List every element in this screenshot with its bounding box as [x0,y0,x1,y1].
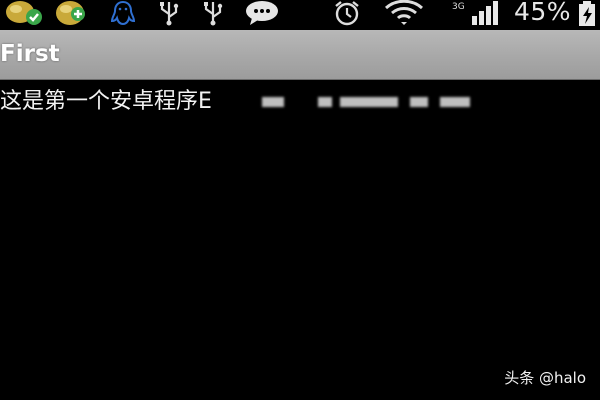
blurred-text-fragment [440,97,470,107]
title-bar: First [0,30,600,80]
usb-icon [200,0,226,26]
phone-screen: 3G 45% First 这是第一个安卓程序E 头条 @halo [0,0,600,400]
status-bar: 3G 45% [0,0,600,30]
svg-text:3G: 3G [452,2,465,12]
chat-icon [244,0,280,26]
battery-percentage: 45% [514,0,572,26]
blurred-text-fragment [262,97,284,107]
alarm-icon [332,0,362,26]
battery-charging-icon [578,1,598,27]
blurred-text-fragment [410,97,428,107]
usb-icon [156,0,182,26]
app-notification-icon [4,0,44,26]
qq-icon [108,0,138,26]
signal-icon: 3G [452,0,502,26]
content-text: 这是第一个安卓程序E [0,89,212,114]
blurred-text-fragment [340,97,398,107]
app-title: First [0,41,60,67]
wifi-icon [384,0,424,26]
watermark: 头条 @halo [504,369,586,387]
blurred-text-fragment [318,97,332,107]
app-notification-icon [54,0,90,26]
content-area: 这是第一个安卓程序E [0,80,600,400]
